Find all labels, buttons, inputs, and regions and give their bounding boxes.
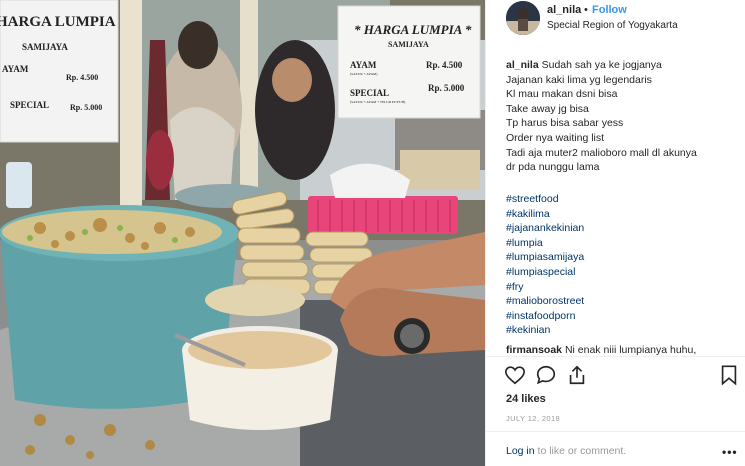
hashtag-link[interactable]: #lumpiaspecial: [506, 265, 738, 280]
hashtag-list: #streetfood #kakilima #jajanankekinian #…: [506, 192, 738, 338]
caption-username[interactable]: al_nila: [506, 59, 539, 71]
right-sign-row1-price: Rp. 4.500: [426, 60, 463, 70]
left-sign-row1-price: Rp. 4.500: [66, 73, 98, 82]
left-sign-row2-name: SPECIAL: [10, 100, 49, 110]
divider: [486, 431, 745, 432]
speech-bubble-icon[interactable]: [535, 364, 557, 386]
caption-line: Kl mau makan dsni bisa: [506, 88, 618, 101]
sign-text-layer: HARGA LUMPIA SAMIJAYA AYAM Rp. 4.500 SPE…: [0, 14, 472, 112]
header-username[interactable]: al_nila: [547, 4, 581, 16]
heart-icon[interactable]: [504, 364, 526, 386]
follow-button[interactable]: Follow: [592, 4, 627, 16]
likes-count[interactable]: 24 likes: [506, 393, 546, 405]
post-photo[interactable]: HARGA LUMPIA SAMIJAYA AYAM Rp. 4.500 SPE…: [0, 0, 485, 466]
divider: [486, 356, 745, 357]
login-prompt-text: to like or comment.: [534, 445, 627, 457]
hashtag-link[interactable]: #jajanankekinian: [506, 221, 738, 236]
caption-line: Tadi aja muter2 malioboro mall dl akunya: [506, 146, 697, 159]
avatar[interactable]: [506, 1, 540, 35]
left-sign-title: HARGA LUMPIA: [0, 14, 116, 30]
caption-line: Tp harus bisa sabar yess: [506, 117, 624, 130]
caption-first-line: al_nila Sudah sah ya ke jogjanya: [506, 58, 738, 73]
right-sign-subtitle: SAMIJAYA: [388, 40, 429, 49]
hashtag-link[interactable]: #kekinian: [506, 323, 738, 338]
caption-line: dr pda nunggu lama: [506, 161, 600, 174]
caption-line: Sudah sah ya ke jogjanya: [541, 59, 662, 71]
post-date: JULY 12, 2018: [506, 414, 561, 423]
action-bar: [504, 364, 740, 388]
location-link[interactable]: Special Region of Yogyakarta: [547, 20, 678, 31]
comment-text: Ni enak niii lumpianya huhu,: [564, 344, 697, 356]
comment-username[interactable]: firmansoak: [506, 344, 562, 356]
right-sign-title: * HARGA LUMPIA *: [354, 22, 472, 37]
hashtag-link[interactable]: #fry: [506, 280, 738, 295]
hashtag-link[interactable]: #lumpiasamijaya: [506, 250, 738, 265]
caption-line: Take away jg bisa: [506, 102, 589, 115]
post-header: al_nila • Follow Special Region of Yogya…: [486, 0, 745, 38]
hashtag-link[interactable]: #lumpia: [506, 236, 738, 251]
share-icon[interactable]: [566, 364, 588, 386]
hashtag-link[interactable]: #kakilima: [506, 207, 738, 222]
right-sign-row2-price: Rp. 5.000: [428, 83, 465, 93]
more-options-icon[interactable]: •••: [722, 445, 738, 459]
left-sign-row1-name: AYAM: [2, 64, 29, 74]
login-prompt: Log in to like or comment.: [506, 445, 626, 457]
right-sign-row2-desc: (SAYUR + AYAM + TELUR PUYUH): [350, 100, 406, 104]
comment-item: firmansoak Ni enak niii lumpianya huhu,: [506, 344, 738, 356]
right-sign-row2-name: SPECIAL: [350, 88, 389, 98]
header-separator: •: [584, 4, 588, 16]
avatar-image: [506, 1, 540, 35]
left-sign-row2-price: Rp. 5.000: [70, 103, 102, 112]
login-link[interactable]: Log in: [506, 445, 535, 457]
bookmark-icon[interactable]: [718, 364, 740, 386]
post-caption: al_nila Sudah sah ya ke jogjanya Jajanan…: [506, 58, 738, 175]
post-side-panel: al_nila • Follow Special Region of Yogya…: [485, 0, 745, 466]
caption-line: Order nya waiting list: [506, 131, 605, 144]
right-sign-row1-name: AYAM: [350, 60, 377, 70]
left-sign-subtitle: SAMIJAYA: [22, 42, 68, 52]
hashtag-link[interactable]: #streetfood: [506, 192, 738, 207]
hashtag-link[interactable]: #malioborostreet: [506, 294, 738, 309]
hashtag-link[interactable]: #instafoodporn: [506, 309, 738, 324]
caption-line: Jajanan kaki lima yg legendaris: [506, 73, 652, 86]
right-sign-row1-desc: (SAYUR + AYAM): [350, 72, 378, 76]
